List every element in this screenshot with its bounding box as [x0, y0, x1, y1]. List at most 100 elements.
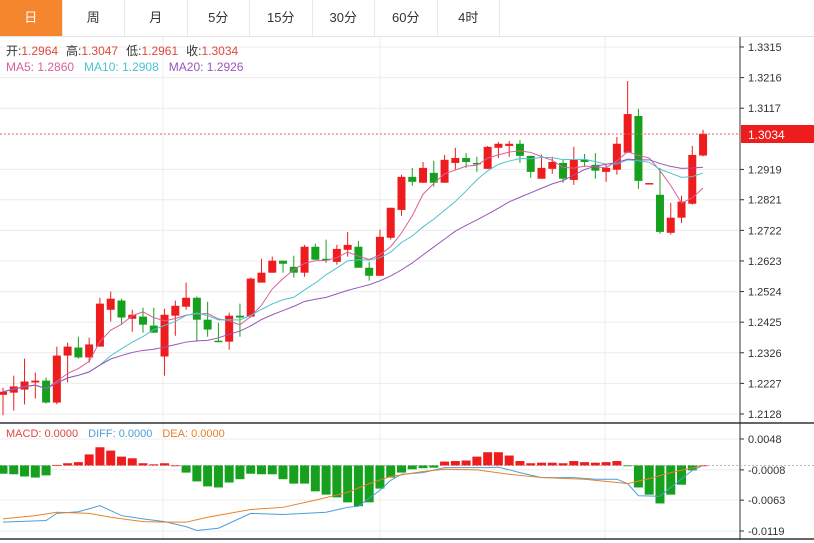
candle-body [451, 157, 460, 163]
candle-body [505, 143, 514, 146]
candle [354, 240, 363, 268]
svg-text:MA5: 1.2860MA10: 1.2908MA20: 1: MA5: 1.2860 MA10: 1.2908 MA20: 1.2926 [6, 60, 244, 74]
price-tick-label: 1.3315 [748, 42, 782, 54]
macd-bar [580, 462, 590, 466]
macd-bar [504, 455, 514, 466]
candle [9, 375, 18, 411]
candle-body [0, 391, 7, 395]
candles [0, 81, 708, 416]
open-label: 开: [6, 44, 21, 58]
candle-body [699, 133, 708, 156]
macd-bar [483, 452, 493, 466]
macd-bar [407, 465, 417, 470]
ma5-value: MA5: 1.2860 [6, 60, 74, 74]
candle [634, 108, 643, 189]
ma20-line [2, 158, 704, 393]
candle-body [397, 176, 406, 210]
high-label: 高: [66, 43, 81, 58]
macd-bar [95, 447, 105, 466]
macd-bar [537, 462, 546, 466]
macd-bar [30, 465, 40, 478]
candle-body [666, 217, 675, 233]
macd-bar [170, 465, 180, 467]
close-label: 收: [186, 44, 201, 58]
candle [182, 282, 191, 310]
candle-body [462, 157, 471, 163]
high-value: 1.3047 [81, 44, 118, 58]
candle [311, 243, 320, 260]
candlestick-chart[interactable]: 1.3315 1.3216 1.3117 1.2919 1.2821 1.2722 1.26… [0, 0, 814, 543]
candle [106, 291, 115, 322]
candle-body [214, 340, 223, 343]
candle [20, 358, 29, 405]
macd-bar [644, 465, 654, 495]
candle-body [31, 380, 40, 383]
macd-bar [235, 465, 245, 480]
macd-bar [450, 461, 460, 466]
candle [257, 258, 266, 283]
candle-body [182, 297, 191, 307]
macd-bar [343, 465, 353, 503]
macd-bar [149, 464, 159, 466]
macd-bar [138, 463, 148, 466]
macd-bar [396, 465, 406, 473]
price-tick-label: 1.3216 [748, 73, 782, 85]
candle-body [365, 267, 374, 276]
candle [666, 202, 675, 235]
candle-body [440, 159, 449, 183]
ma20-value: MA20: 1.2926 [169, 60, 244, 74]
candle-body [623, 114, 632, 153]
candle-body [332, 248, 341, 262]
macd-tick-label: 0.0048 [748, 434, 782, 446]
candle [505, 140, 514, 157]
candle-body [171, 305, 180, 316]
ma10-line [2, 156, 704, 393]
macd-info: MACD: 0.0000 DIFF: 0.0000 DEA: 0.0000 [6, 428, 225, 440]
price-tick-label: 1.2821 [748, 195, 782, 207]
candle-body [42, 380, 51, 403]
price-tick-label: 1.2227 [748, 378, 782, 390]
diff-line [2, 464, 704, 531]
price-tick-label: 1.2524 [748, 287, 782, 299]
macd-bar [289, 465, 299, 484]
candle [386, 207, 395, 240]
macd-bar [246, 465, 256, 474]
macd-bar [472, 456, 482, 466]
macd-bar [569, 461, 579, 466]
candle-body [408, 176, 417, 182]
candle [289, 255, 298, 278]
candle-body [494, 143, 503, 148]
candle [537, 154, 546, 179]
candle [440, 154, 449, 183]
price-tick-label: 1.2623 [748, 256, 782, 268]
macd-bar [203, 465, 213, 487]
candle [160, 308, 169, 376]
low-value: 1.2961 [141, 44, 178, 58]
candle [569, 146, 578, 185]
candle [580, 153, 589, 167]
candle [268, 256, 277, 273]
candle-body [537, 167, 546, 179]
candle [655, 167, 664, 234]
price-tick-label: 1.2722 [748, 225, 782, 237]
diff-value: DIFF: 0.0000 [88, 428, 152, 440]
ma10-value: MA10: 1.2908 [84, 60, 159, 74]
macd-bar [52, 464, 62, 466]
macd-bar [116, 456, 126, 466]
macd-bar [84, 454, 94, 466]
candle-body [235, 315, 244, 318]
candle-body [203, 319, 212, 330]
macd-panel [0, 447, 708, 531]
candle [52, 346, 61, 405]
candle [645, 183, 654, 185]
candle [214, 322, 223, 343]
ohlc-info: 开:1.2964 高:1.3047 低:1.2961 收:1.3034 MA5: 1.… [6, 43, 244, 74]
candle-body [95, 303, 104, 347]
low-label: 低: [126, 44, 141, 58]
candle [192, 296, 201, 342]
price-tick-label: 1.2919 [748, 164, 782, 176]
macd-bar [9, 465, 19, 475]
candle-body [279, 260, 288, 264]
macd-bar [440, 461, 450, 466]
candle-body [117, 300, 126, 318]
